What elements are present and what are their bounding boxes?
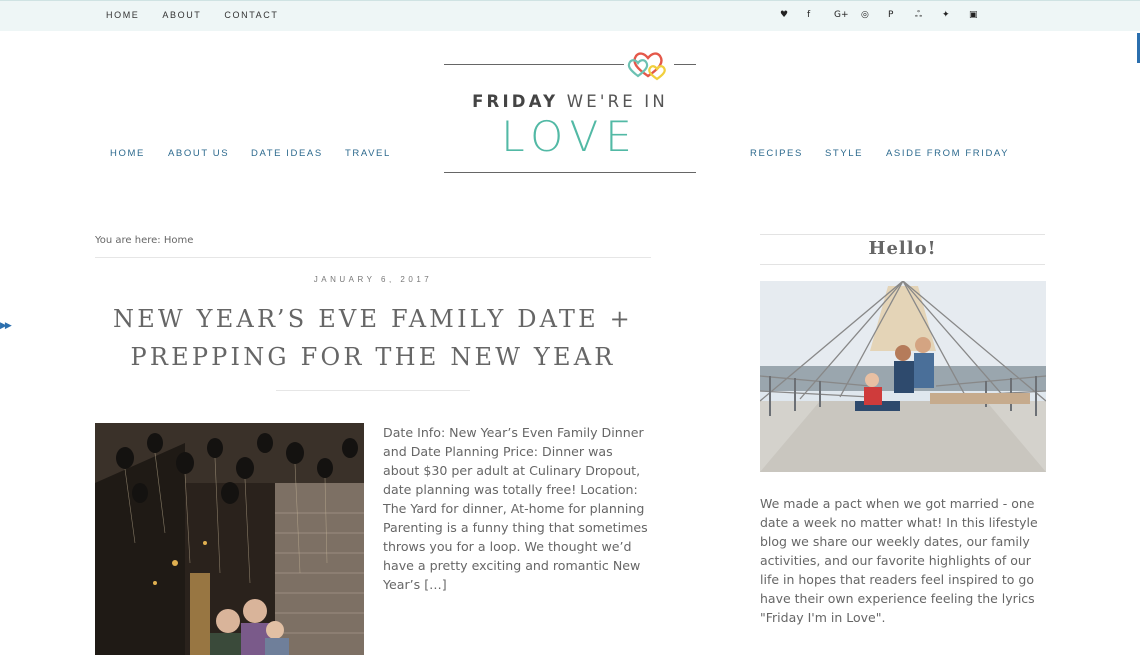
twitter-icon[interactable]: ✦ [942, 9, 969, 21]
nav-item-style[interactable]: STYLE [825, 148, 863, 159]
sidebar-family-photo [760, 281, 1046, 472]
top-nav-about[interactable]: ABOUT [162, 10, 201, 20]
sidebar-about-text: We made a pact when we got married - one… [760, 496, 1038, 625]
nav-item-travel[interactable]: TRAVEL [345, 148, 391, 159]
social-icons: ♥ f G+ ◎ P ஃ ✦ ▣ [780, 9, 996, 21]
breadcrumb: You are here: Home [95, 235, 194, 246]
nav-item-about-us[interactable]: ABOUT US [168, 148, 229, 159]
post-title[interactable]: NEW YEAR’S EVE FAMILY DATE + PREPPING FO… [95, 300, 651, 376]
facebook-icon[interactable]: f [807, 9, 834, 21]
sidebar-divider-top [760, 234, 1045, 235]
post-title-line-2[interactable]: PREPPING FOR THE NEW YEAR [130, 343, 615, 371]
top-nav: HOME ABOUT CONTACT [106, 10, 278, 20]
post-date: JANUARY 6, 2017 [313, 275, 433, 284]
logo-tagline: FRIDAY WE'RE IN [444, 92, 696, 111]
restaurant-family-photo [95, 423, 364, 655]
breadcrumb-divider [95, 257, 651, 258]
logo-rule-bottom [444, 172, 696, 173]
sidebar-divider-bottom [760, 264, 1045, 265]
pinterest-icon[interactable]: P [888, 9, 915, 21]
youtube-icon[interactable]: ▣ [969, 9, 996, 21]
expand-arrows-icon[interactable]: ▶▶ [0, 321, 12, 331]
nav-item-home[interactable]: HOME [110, 148, 145, 159]
top-nav-contact[interactable]: CONTACT [224, 10, 278, 20]
stumbleupon-icon[interactable]: ஃ [915, 9, 942, 21]
nav-item-date-ideas[interactable]: DATE IDEAS [251, 148, 323, 159]
site-logo[interactable]: FRIDAY WE'RE IN LOVE [444, 46, 696, 176]
post-featured-image[interactable] [95, 423, 364, 655]
bridge-family-photo [760, 281, 1046, 472]
top-nav-home[interactable]: HOME [106, 10, 139, 20]
nav-item-recipes[interactable]: RECIPES [750, 148, 803, 159]
google-plus-icon[interactable]: G+ [834, 9, 861, 21]
instagram-icon[interactable]: ◎ [861, 9, 888, 21]
logo-were-in: WE'RE IN [566, 92, 668, 111]
post-excerpt: Date Info: New Year’s Even Family Dinner… [383, 425, 648, 592]
sidebar-heading: Hello! [868, 238, 937, 259]
logo-friday: FRIDAY [472, 92, 559, 111]
top-utility-bar: HOME ABOUT CONTACT ♥ f G+ ◎ P ஃ ✦ ▣ [0, 0, 1140, 31]
title-divider [276, 390, 470, 391]
nav-item-aside-from-friday[interactable]: ASIDE FROM FRIDAY [886, 148, 1009, 159]
post-title-line-1[interactable]: NEW YEAR’S EVE FAMILY DATE + [113, 305, 633, 333]
hearts-icon [624, 46, 674, 82]
heart-icon[interactable]: ♥ [780, 9, 807, 21]
logo-love: LOVE [501, 112, 639, 161]
